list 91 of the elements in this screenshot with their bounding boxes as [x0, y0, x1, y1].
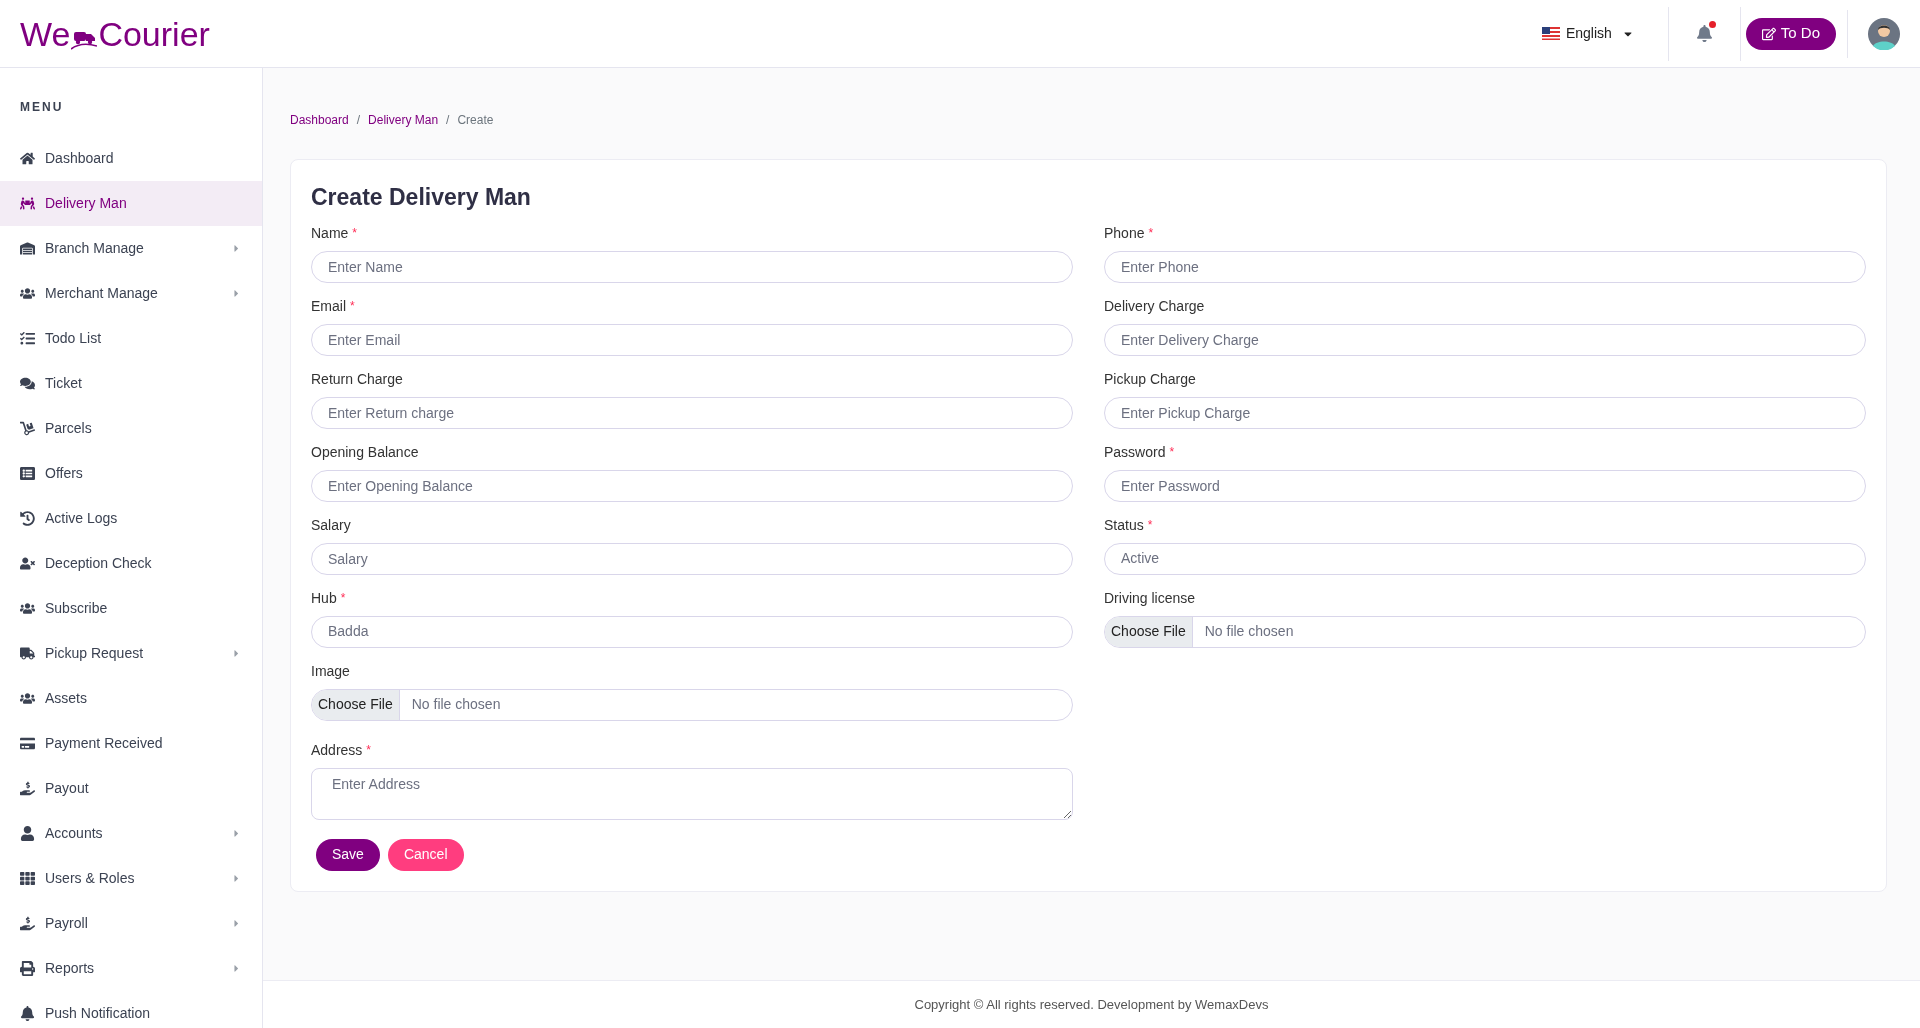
todo-button[interactable]: To Do: [1745, 17, 1836, 50]
input-field[interactable]: Enter Delivery Charge: [1104, 323, 1866, 356]
bell-icon: [20, 1006, 35, 1021]
field-label: Pickup Charge: [1104, 369, 1196, 389]
select-field[interactable]: Active: [1104, 542, 1866, 575]
select-field[interactable]: Badda: [311, 615, 1073, 648]
sidebar-item[interactable]: Offers: [0, 451, 262, 496]
language-dropdown[interactable]: English: [1525, 23, 1650, 44]
input-field[interactable]: Enter Password: [1104, 469, 1866, 502]
credit-card-icon: [20, 736, 35, 751]
flag-icon: [1541, 27, 1560, 40]
breadcrumb-link[interactable]: Delivery Man: [368, 111, 439, 129]
logo[interactable]: We Courier: [20, 16, 210, 51]
breadcrumb-current: Create: [457, 112, 494, 129]
file-input[interactable]: Choose File No file chosen: [1104, 615, 1866, 648]
input-field[interactable]: Enter Return charge: [311, 396, 1073, 429]
list-card-icon: [20, 466, 35, 481]
sidebar-item[interactable]: Payout: [0, 766, 262, 811]
file-input[interactable]: Choose File No file chosen: [311, 688, 1073, 721]
hand-dollar-icon: [20, 916, 35, 931]
input-field[interactable]: Enter Name: [311, 250, 1073, 283]
users-icon: [20, 286, 35, 301]
field-label: Email: [311, 296, 346, 316]
sidebar-item[interactable]: Accounts: [0, 811, 262, 856]
input-field[interactable]: Enter Pickup Charge: [1104, 396, 1866, 429]
input-field[interactable]: Enter Email: [311, 323, 1073, 356]
user-x-icon: [20, 556, 35, 571]
input-field[interactable]: Salary: [311, 542, 1073, 575]
footer-text: Copyright © All rights reserved. Development by WemaxDevs: [914, 995, 1269, 1014]
sidebar-item[interactable]: Active Logs: [0, 496, 262, 541]
sidebar-item[interactable]: Delivery Man: [0, 181, 262, 226]
sidebar-item[interactable]: Merchant Manage: [0, 271, 262, 316]
required-mark: *: [352, 225, 358, 242]
menu-heading: MENU: [19, 99, 65, 116]
field-label: Name: [311, 223, 349, 243]
edit-icon: [1761, 26, 1776, 41]
users-icon: [20, 691, 35, 706]
sidebar-item[interactable]: Reports: [0, 946, 262, 991]
history-icon: [20, 511, 35, 526]
field-label: Opening Balance: [311, 442, 419, 462]
field-label: Password: [1104, 442, 1166, 462]
sidebar-item[interactable]: Users & Roles: [0, 856, 262, 901]
address-field[interactable]: Enter Address: [311, 767, 1073, 820]
field-label: Driving license: [1104, 588, 1196, 608]
required-mark: *: [1147, 517, 1153, 534]
sidebar-item[interactable]: Ticket: [0, 361, 262, 406]
sidebar-item[interactable]: Payroll: [0, 901, 262, 946]
field-label: Salary: [311, 515, 351, 535]
sidebar-item[interactable]: Push Notification: [0, 991, 262, 1028]
sidebar-item[interactable]: Payment Received: [0, 721, 262, 766]
field-label: Status: [1104, 515, 1144, 535]
house-icon: [20, 151, 35, 166]
grid-icon: [20, 871, 35, 886]
people-carrying-box-icon: [20, 196, 35, 211]
sidebar-item[interactable]: Branch Manage: [0, 226, 262, 271]
warehouse-icon: [20, 241, 35, 256]
sidebar-item[interactable]: Pickup Request: [0, 631, 262, 676]
avatar[interactable]: [1868, 17, 1900, 50]
input-field[interactable]: Enter Phone: [1104, 250, 1866, 283]
truck-icon: [20, 646, 35, 661]
sidebar-item[interactable]: Todo List: [0, 316, 262, 361]
chat-bubbles-icon: [20, 376, 35, 391]
breadcrumb-separator: /: [356, 112, 361, 129]
checklist-icon: [20, 331, 35, 346]
sidebar-item[interactable]: Subscribe: [0, 586, 262, 631]
required-mark: *: [1148, 225, 1154, 242]
users-icon: [20, 601, 35, 616]
sidebar-item[interactable]: Parcels: [0, 406, 262, 451]
field-label: Delivery Charge: [1104, 296, 1205, 316]
breadcrumb-separator: /: [446, 112, 450, 129]
hand-truck-icon: [20, 421, 35, 436]
field-label: Address: [311, 740, 363, 760]
bell-icon: [1695, 25, 1713, 42]
sidebar-item[interactable]: Dashboard: [0, 136, 262, 181]
field-label: Hub: [311, 588, 337, 608]
form-title: Create Delivery Man: [311, 183, 532, 212]
user-icon: [20, 826, 35, 841]
required-mark: *: [350, 298, 355, 315]
sidebar-item[interactable]: Assets: [0, 676, 262, 721]
required-mark: *: [366, 742, 372, 759]
field-label: Phone: [1104, 223, 1145, 243]
required-mark: *: [1169, 444, 1175, 461]
save-button[interactable]: Save: [316, 838, 380, 871]
input-field[interactable]: Enter Opening Balance: [311, 469, 1073, 502]
hand-dollar-icon: [20, 781, 35, 796]
field-label: Image: [311, 661, 350, 681]
required-mark: *: [340, 590, 346, 607]
printer-icon: [20, 961, 35, 976]
field-label: Return Charge: [311, 369, 403, 389]
sidebar-item[interactable]: Deception Check: [0, 541, 262, 586]
breadcrumb-link[interactable]: Dashboard: [290, 111, 349, 129]
